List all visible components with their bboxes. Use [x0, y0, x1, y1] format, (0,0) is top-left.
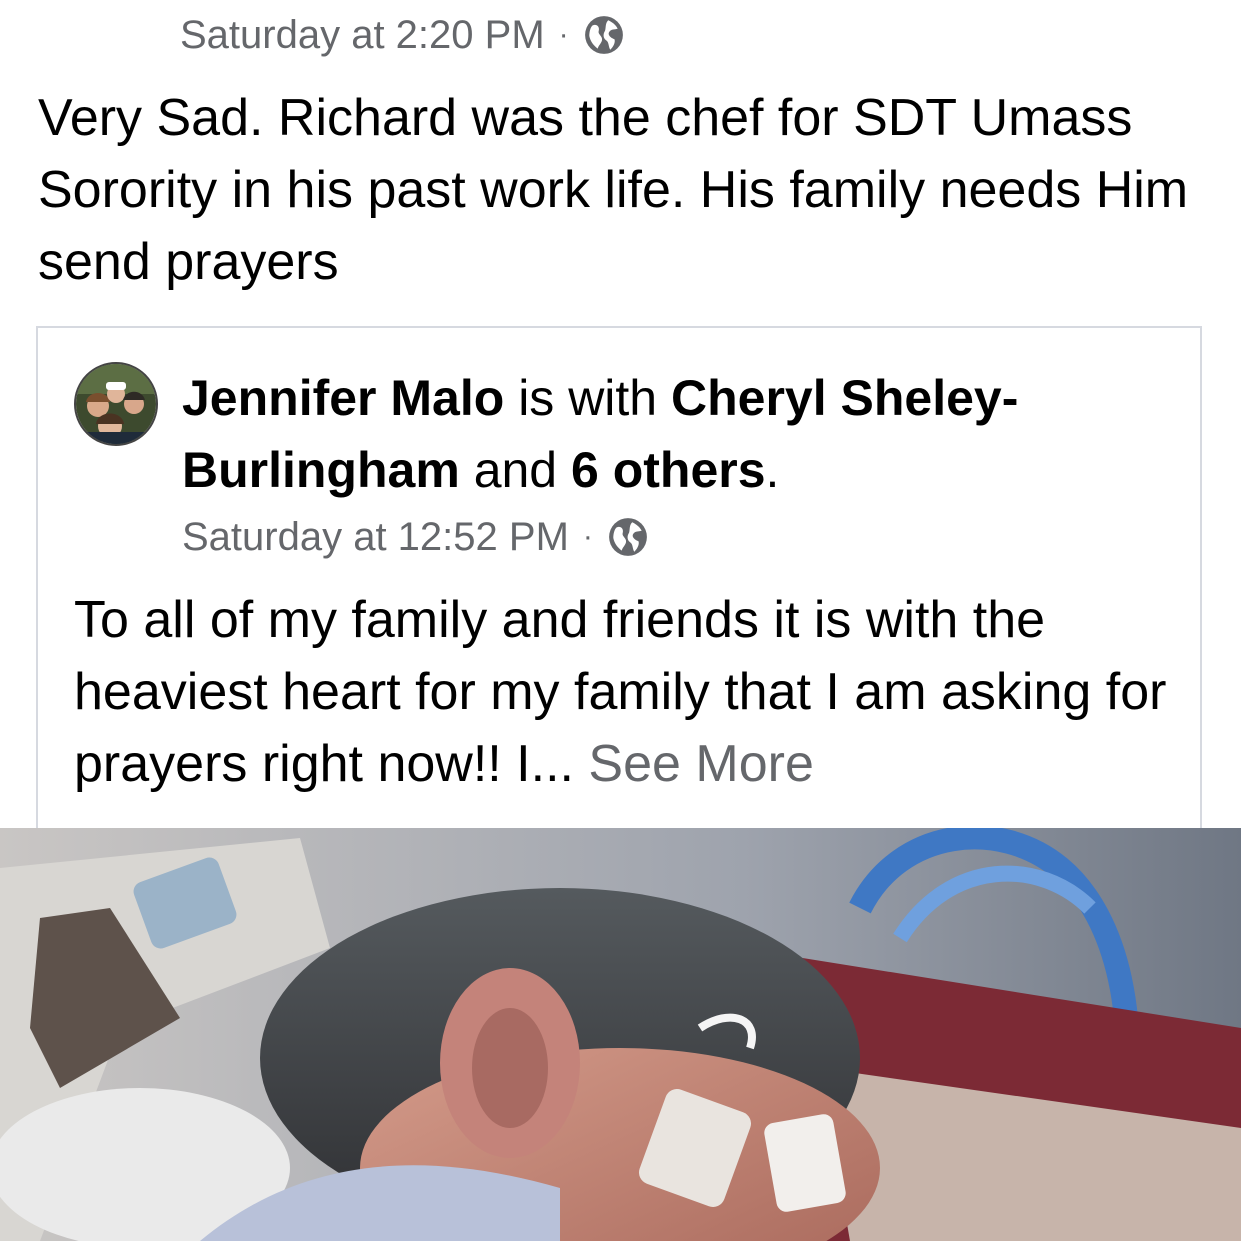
post-meta: Saturday at 2:20 PM · [180, 6, 625, 64]
globe-icon [584, 16, 623, 54]
shared-post-meta: Saturday at 12:52 PM · [182, 508, 649, 566]
shared-post-timestamp[interactable]: Saturday at 12:52 PM [182, 515, 569, 560]
others-link[interactable]: 6 others [571, 442, 766, 498]
author-name[interactable]: Jennifer Malo [182, 370, 504, 426]
post-photo[interactable] [0, 828, 1241, 1241]
post-text: Very Sad. Richard was the chef for SDT U… [38, 89, 1189, 291]
shared-post-text: To all of my family and friends it is wi… [74, 584, 1184, 800]
title-period: . [765, 442, 780, 498]
hospital-patient-photo [0, 828, 1241, 1241]
globe-icon [609, 518, 647, 556]
meta-separator: · [582, 520, 593, 553]
meta-separator: · [558, 18, 569, 51]
shared-post-title: Jennifer Malo is with Cheryl Sheley-Burl… [182, 362, 1182, 506]
avatar[interactable] [74, 362, 158, 446]
post-timestamp[interactable]: Saturday at 2:20 PM [180, 13, 545, 58]
and-text: and [459, 442, 572, 498]
avatar-photo [76, 364, 156, 444]
see-more-link[interactable]: See More [588, 735, 813, 793]
with-text: is with [504, 370, 671, 426]
shared-post-card[interactable]: Jennifer Malo is with Cheryl Sheley-Burl… [36, 326, 1202, 846]
